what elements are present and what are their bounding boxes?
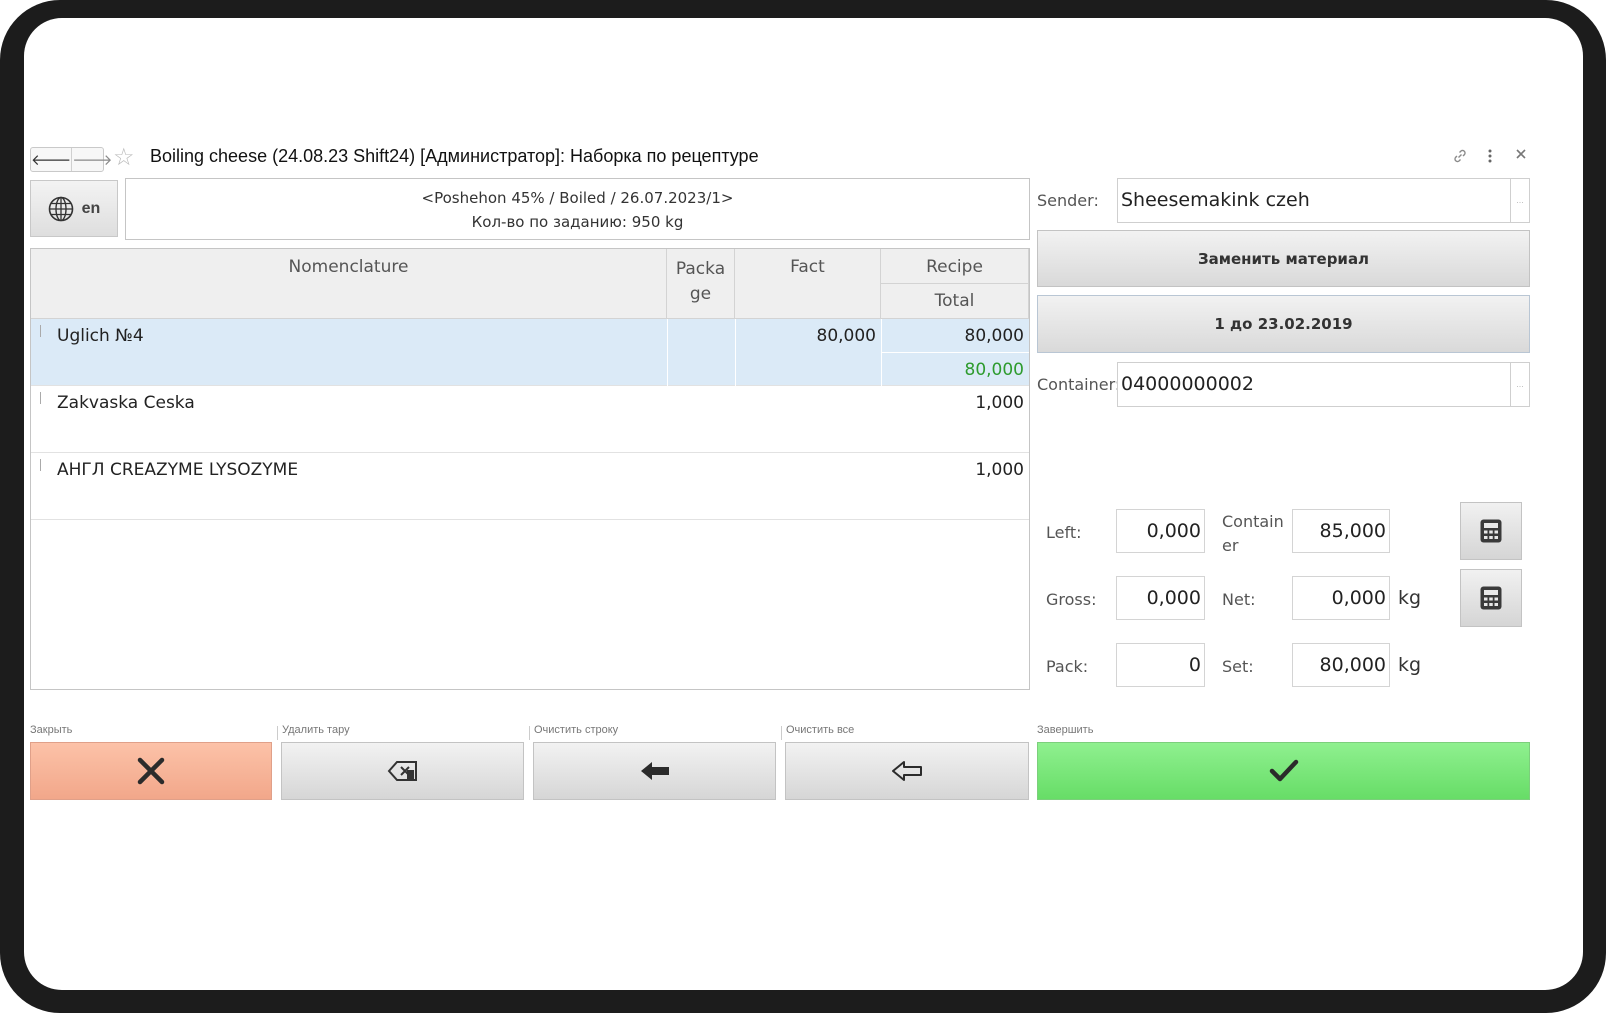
language-label: en bbox=[81, 199, 101, 217]
row-nomenclature: Zakvaska Ceska bbox=[57, 393, 195, 413]
arrow-left-filled-icon bbox=[640, 762, 669, 780]
forward-button[interactable]: 🡒 bbox=[72, 148, 112, 171]
column-header-fact[interactable]: Fact bbox=[735, 249, 881, 319]
row-recipe: 80,000 bbox=[964, 326, 1024, 346]
sender-picker-button[interactable]: ... bbox=[1510, 179, 1529, 222]
link-icon[interactable] bbox=[1452, 148, 1468, 169]
caption-separator bbox=[529, 726, 530, 740]
arrow-right-icon: 🡒 bbox=[72, 152, 113, 169]
device-frame: 🡐 🡒 ☆ Boiling cheese (24.08.23 Shift24) … bbox=[0, 0, 1606, 1013]
net-unit: kg bbox=[1398, 587, 1422, 609]
history-nav: 🡐 🡒 bbox=[30, 147, 112, 172]
row-nomenclature: Uglich №4 bbox=[57, 326, 144, 346]
row-recipe: 1,000 bbox=[975, 460, 1024, 480]
table-row[interactable]: Zakvaska Ceska 1,000 bbox=[31, 386, 1029, 453]
row-recipe: 1,000 bbox=[975, 393, 1024, 413]
left-value-field[interactable]: 0,000 bbox=[1116, 509, 1205, 553]
row-nomenclature: АНГЛ CREAZYME LYSOZYME bbox=[57, 460, 299, 480]
window-title: Boiling cheese (24.08.23 Shift24) [Админ… bbox=[150, 146, 759, 166]
caption-separator bbox=[277, 726, 278, 740]
row-total: 80,000 bbox=[964, 360, 1024, 380]
clear-all-button[interactable] bbox=[785, 742, 1029, 800]
arrow-left-icon: 🡐 bbox=[31, 152, 72, 169]
recipe-table: Nomenclature Packa ge Fact Recipe Total … bbox=[30, 248, 1030, 690]
sender-field[interactable]: Sheesemakink czeh ... bbox=[1117, 178, 1530, 223]
backspace-icon bbox=[387, 761, 417, 781]
delete-tare-button[interactable] bbox=[281, 742, 524, 800]
sender-label: Sender: bbox=[1037, 191, 1099, 210]
pack-label: Pack: bbox=[1046, 657, 1089, 676]
left-label: Left: bbox=[1046, 523, 1082, 542]
batch-button[interactable]: 1 до 23.02.2019 bbox=[1037, 295, 1530, 353]
net-label: Net: bbox=[1222, 590, 1256, 609]
gross-label: Gross: bbox=[1046, 590, 1097, 609]
row-marker bbox=[40, 459, 41, 471]
container-weight-field[interactable]: 85,000 bbox=[1292, 509, 1390, 553]
clear-row-button[interactable] bbox=[533, 742, 776, 800]
language-button[interactable]: en bbox=[30, 180, 118, 237]
task-product-line: <Poshehon 45% / Boiled / 26.07.2023/1> bbox=[421, 189, 734, 207]
finish-caption: Завершить bbox=[1037, 724, 1094, 736]
more-vertical-icon[interactable] bbox=[1486, 148, 1494, 169]
set-label: Set: bbox=[1222, 657, 1254, 676]
task-info-panel: <Poshehon 45% / Boiled / 26.07.2023/1> К… bbox=[125, 178, 1030, 240]
clear-row-caption: Очистить строку bbox=[534, 724, 619, 736]
column-header-total[interactable]: Total bbox=[881, 284, 1029, 319]
clear-all-caption: Очистить все bbox=[786, 724, 855, 736]
task-quantity-line: Кол-во по заданию: 950 kg bbox=[471, 213, 684, 231]
cell-divider bbox=[735, 319, 736, 386]
pack-value-field[interactable]: 0 bbox=[1116, 643, 1205, 687]
container-weight-label: Contain er bbox=[1222, 512, 1284, 555]
column-header-package[interactable]: Packa ge bbox=[667, 249, 735, 319]
calculator-button-1[interactable] bbox=[1460, 502, 1522, 560]
globe-icon bbox=[48, 196, 73, 221]
x-icon bbox=[137, 757, 165, 785]
favorite-star-icon[interactable]: ☆ bbox=[113, 143, 135, 172]
set-value-field[interactable]: 80,000 bbox=[1292, 643, 1390, 687]
app-screen: 🡐 🡒 ☆ Boiling cheese (24.08.23 Shift24) … bbox=[24, 18, 1583, 990]
cell-divider bbox=[881, 352, 1029, 353]
check-icon bbox=[1269, 759, 1298, 782]
calculator-button-2[interactable] bbox=[1460, 569, 1522, 627]
container-label: Container: bbox=[1037, 375, 1121, 394]
arrow-left-outline-icon bbox=[892, 761, 922, 781]
row-fact: 80,000 bbox=[816, 326, 876, 346]
set-unit: kg bbox=[1398, 654, 1422, 676]
delete-tare-caption: Удалить тару bbox=[282, 724, 350, 736]
replace-material-button[interactable]: Заменить материал bbox=[1037, 230, 1530, 287]
table-row[interactable]: АНГЛ CREAZYME LYSOZYME 1,000 bbox=[31, 453, 1029, 520]
back-button[interactable]: 🡐 bbox=[31, 148, 73, 171]
container-picker-button[interactable]: ... bbox=[1510, 363, 1529, 406]
close-caption: Закрыть bbox=[30, 724, 73, 736]
gross-value-field[interactable]: 0,000 bbox=[1116, 576, 1205, 620]
row-marker bbox=[40, 392, 41, 404]
calculator-icon bbox=[1480, 519, 1502, 543]
cell-divider bbox=[667, 319, 668, 386]
container-field[interactable]: 04000000002 ... bbox=[1117, 362, 1530, 407]
row-marker bbox=[40, 325, 41, 337]
column-header-nomenclature[interactable]: Nomenclature bbox=[31, 249, 667, 319]
net-value-field[interactable]: 0,000 bbox=[1292, 576, 1390, 620]
container-value: 04000000002 bbox=[1121, 373, 1254, 395]
close-button[interactable] bbox=[30, 742, 272, 800]
column-header-recipe[interactable]: Recipe bbox=[881, 249, 1029, 284]
finish-button[interactable] bbox=[1037, 742, 1530, 800]
caption-separator bbox=[781, 726, 782, 740]
calculator-icon bbox=[1480, 586, 1502, 610]
table-row[interactable]: Uglich №4 80,000 80,000 80,000 bbox=[31, 319, 1029, 386]
sender-value: Sheesemakink czeh bbox=[1121, 189, 1310, 211]
close-window-icon[interactable] bbox=[1515, 147, 1527, 166]
